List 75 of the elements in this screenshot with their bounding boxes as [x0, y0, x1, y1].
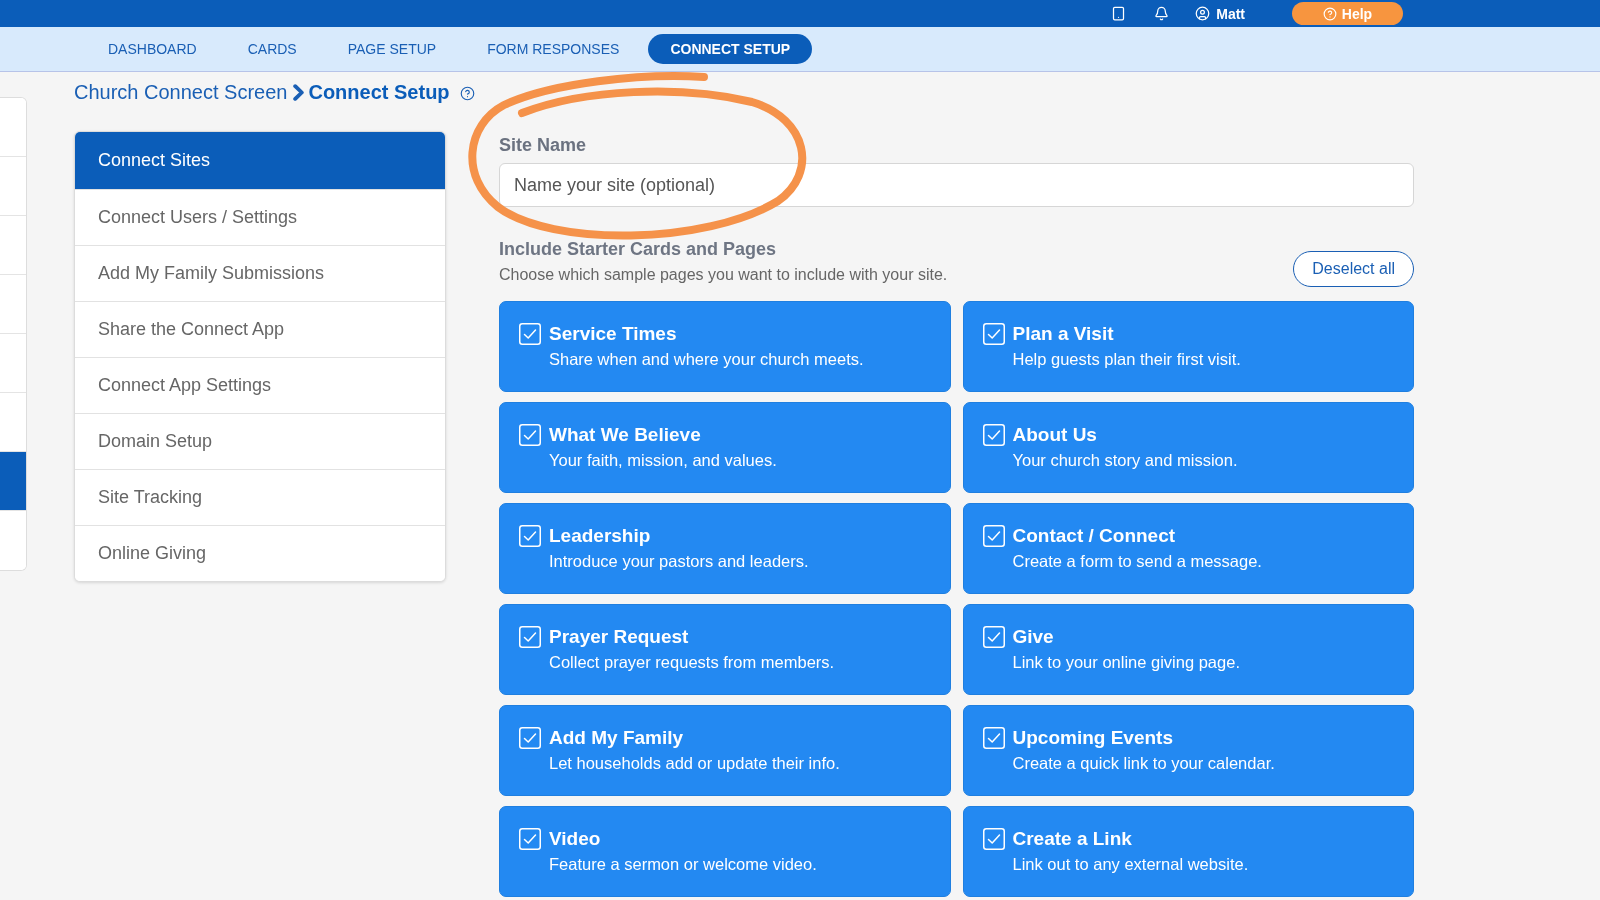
nav-tab[interactable]: CONNECT SETUP [648, 34, 813, 64]
checkbox[interactable] [982, 525, 1005, 547]
checkbox[interactable] [982, 323, 1005, 345]
breadcrumb-link[interactable]: Church Connect Screen [74, 80, 288, 104]
help-icon [1322, 6, 1337, 21]
card-description: Your church story and mission. [1012, 450, 1239, 471]
card-title: Give [1012, 625, 1055, 649]
card-description: Let households add or update their info. [549, 753, 841, 774]
field-label: Site Name [499, 135, 588, 155]
card-title: Add My Family [549, 726, 685, 750]
starter-card[interactable]: Service Times Share when and where your church meets. [499, 301, 951, 392]
starter-card[interactable]: Video Feature a sermon or welcome video. [499, 806, 951, 897]
card-description: Introduce your pastors and leaders. [549, 551, 810, 572]
checkbox[interactable] [982, 727, 1005, 749]
deselect-all-button[interactable]: Deselect all [1293, 251, 1414, 287]
card-title: Service Times [549, 322, 678, 346]
card-title: What We Believe [549, 423, 702, 447]
starter-card[interactable]: Upcoming Events Create a quick link to your calendar. [962, 705, 1414, 796]
site-name-input[interactable]: Name your site (optional) [499, 163, 1414, 207]
card-title: Contact / Connect [1012, 524, 1177, 548]
card-title: Video [549, 827, 602, 851]
card-description: Create a quick link to your calendar. [1012, 753, 1276, 774]
checkbox[interactable] [519, 525, 541, 547]
nav-tab[interactable]: DASHBOARD [86, 34, 219, 64]
bell-icon[interactable] [1154, 6, 1170, 21]
card-title: About Us [1012, 423, 1098, 447]
card-title: Leadership [549, 524, 652, 548]
card-description: Share when and where your church meets. [549, 349, 865, 370]
nav-tab[interactable]: PAGE SETUP [325, 34, 459, 64]
checkbox[interactable] [519, 323, 541, 345]
sidebar-item[interactable]: Online Giving [75, 525, 445, 581]
sidebar-item[interactable]: Connect App Settings [75, 357, 445, 413]
starter-card[interactable]: Contact / Connect Create a form to send a message. [962, 503, 1414, 594]
checkbox[interactable] [519, 828, 541, 850]
starter-card[interactable]: Create a Link Link out to any external website. [962, 806, 1414, 897]
checkbox[interactable] [519, 727, 541, 749]
checkbox[interactable] [982, 828, 1005, 850]
card-description: Collect prayer requests from members. [549, 652, 836, 673]
starter-card[interactable]: Give Link to your online giving page. [962, 604, 1414, 695]
card-title: Upcoming Events [1012, 726, 1174, 750]
sidebar-item[interactable]: Connect Users / Settings [75, 189, 445, 245]
checkbox[interactable] [519, 424, 541, 446]
chevron-right-icon [293, 84, 305, 101]
starter-card[interactable]: Leadership Introduce your pastors and leaders. [499, 503, 951, 594]
section-title: Include Starter Cards and Pages [499, 239, 778, 259]
card-title: Create a Link [1012, 827, 1133, 851]
starter-card[interactable]: About Us Your church story and mission. [962, 402, 1414, 493]
help-icon[interactable] [459, 86, 475, 101]
starter-card[interactable]: Add My Family Let households add or update their info. [499, 705, 951, 796]
card-description: Link out to any external website. [1012, 854, 1250, 875]
card-description: Feature a sermon or welcome video. [549, 854, 818, 875]
starter-card[interactable]: Prayer Request Collect prayer requests from members. [499, 604, 951, 695]
tablet-icon[interactable] [1111, 6, 1127, 21]
card-title: Prayer Request [549, 625, 690, 649]
sidebar-item[interactable]: Add My Family Submissions [75, 245, 445, 301]
card-description: Create a form to send a message. [1012, 551, 1263, 572]
card-description: Help guests plan their first visit. [1012, 349, 1242, 370]
checkbox[interactable] [982, 626, 1005, 648]
sidebar-item[interactable]: Share the Connect App [75, 301, 445, 357]
card-description: Link to your online giving page. [1012, 652, 1241, 673]
starter-card[interactable]: What We Believe Your faith, mission, and values. [499, 402, 951, 493]
user-icon[interactable] [1195, 6, 1211, 21]
section-description: Choose which sample pages you want to include with your site. [499, 265, 948, 285]
card-description: Your faith, mission, and values. [549, 450, 778, 471]
user-name[interactable]: Matt [1216, 5, 1245, 22]
starter-card[interactable]: Plan a Visit Help guests plan their first visit. [962, 301, 1414, 392]
breadcrumb-current: Connect Setup [308, 80, 450, 104]
nav-tab[interactable]: CARDS [225, 34, 319, 64]
sidebar-item[interactable]: Connect Sites [75, 132, 445, 189]
checkbox[interactable] [519, 626, 541, 648]
sidebar-item[interactable]: Site Tracking [75, 469, 445, 525]
card-title: Plan a Visit [1012, 322, 1115, 346]
checkbox[interactable] [982, 424, 1005, 446]
sidebar-item[interactable]: Domain Setup [75, 413, 445, 469]
nav-tab[interactable]: FORM RESPONSES [465, 34, 642, 64]
